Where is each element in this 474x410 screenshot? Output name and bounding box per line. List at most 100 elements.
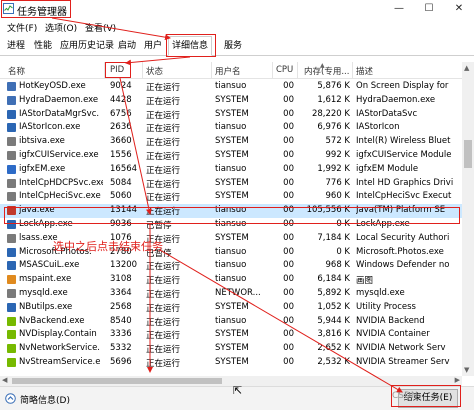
process-status: 正在运行 xyxy=(146,262,181,273)
process-icon xyxy=(7,192,16,202)
process-pid: 16564 xyxy=(110,163,138,174)
table-row[interactable]: IAStorDataMgrSvc. 6756 正在运行 SYSTEM 00 28,220 … xyxy=(0,108,462,122)
tab-processes[interactable]: 进程 xyxy=(7,39,25,54)
scroll-left-icon[interactable]: ◀ xyxy=(2,376,7,384)
chevron-up-circle-icon[interactable] xyxy=(5,393,16,404)
column-divider xyxy=(272,62,273,79)
table-row[interactable]: igfxCUIService.exe 1556 正在运行 SYSTEM 00 992 K i… xyxy=(0,149,462,163)
process-user: tiansuo xyxy=(215,122,247,133)
process-name: NvNetworkService. xyxy=(19,343,100,354)
process-cpu: 00 xyxy=(283,232,294,243)
process-name: NVDisplay.Contain xyxy=(19,329,97,340)
process-icon xyxy=(7,95,16,105)
menu-view[interactable]: 查看(V) xyxy=(85,21,116,34)
process-status: 正在运行 xyxy=(146,345,181,356)
process-status: 正在运行 xyxy=(146,331,181,342)
process-pid: 2636 xyxy=(110,122,132,133)
mouse-cursor-icon: ⇱ xyxy=(233,384,243,397)
process-icon xyxy=(7,123,16,133)
tab-performance[interactable]: 性能 xyxy=(34,39,52,54)
menu-file[interactable]: 文件(F) xyxy=(7,21,37,34)
process-user: NETWOR... xyxy=(215,288,261,298)
column-header-user[interactable]: 用户名 xyxy=(215,65,241,77)
process-cpu: 00 xyxy=(283,177,294,188)
process-name: IAStorIcon.exe xyxy=(19,122,81,133)
process-pid: 1556 xyxy=(110,150,132,160)
process-name: ibtsiva.exe xyxy=(19,136,65,147)
close-button[interactable]: ✕ xyxy=(444,0,474,18)
process-pid: 3336 xyxy=(110,329,132,340)
column-divider xyxy=(352,62,353,79)
process-cpu: 00 xyxy=(283,301,294,312)
process-description: Windows Defender no xyxy=(356,260,450,271)
process-user: SYSTEM xyxy=(215,136,249,147)
process-user: SYSTEM xyxy=(215,343,249,354)
table-row[interactable]: NvNetworkService. 5332 正在运行 SYSTEM 00 2,652 K… xyxy=(0,342,462,356)
table-row[interactable]: mysqld.exe 3364 正在运行 NETWOR... 00 5,892 K mysq… xyxy=(0,287,462,301)
tab-app-history[interactable]: 应用历史记录 xyxy=(60,39,114,54)
vertical-scroll-thumb[interactable] xyxy=(464,140,472,168)
process-memory: 3,816 K xyxy=(317,329,350,340)
table-row[interactable]: IntelCpHeciSvc.exe 5060 正在运行 SYSTEM 00 960 K I… xyxy=(0,190,462,204)
fewer-details-link[interactable]: 简略信息(D) xyxy=(20,393,70,406)
table-row[interactable]: ibtsiva.exe 3660 正在运行 SYSTEM 00 572 K Intel(R)… xyxy=(0,135,462,149)
scroll-right-icon[interactable]: ▶ xyxy=(455,376,460,384)
column-header-description[interactable]: 描述 xyxy=(356,65,373,77)
maximize-button[interactable]: ☐ xyxy=(414,0,444,18)
process-name: NButilps.exe xyxy=(19,301,73,312)
process-icon xyxy=(7,261,16,271)
process-icon xyxy=(7,358,16,367)
tab-startup[interactable]: 启动 xyxy=(118,39,136,54)
table-row[interactable]: NvStreamService.e 5696 正在运行 SYSTEM 00 2,532 K… xyxy=(0,356,462,370)
process-user: SYSTEM xyxy=(215,150,249,160)
table-row[interactable]: HydraDaemon.exe 4428 正在运行 SYSTEM 00 1,612 K Hy… xyxy=(0,94,462,108)
process-user: SYSTEM xyxy=(215,191,249,202)
process-name: NvStreamService.e xyxy=(19,357,101,367)
annotation-box-selected-row xyxy=(4,207,460,224)
process-memory: 1,612 K xyxy=(317,94,350,105)
table-row[interactable]: MSASCuiL.exe 13200 正在运行 tiansuo 00 968 K Windo… xyxy=(0,259,462,273)
process-cpu: 00 xyxy=(283,136,294,147)
process-description: igfxCUIService Module xyxy=(356,150,452,160)
tab-services[interactable]: 服务 xyxy=(224,39,242,54)
process-memory: 960 K xyxy=(325,191,351,202)
minimize-button[interactable]: — xyxy=(384,0,414,18)
process-name: mysqld.exe xyxy=(19,288,68,298)
table-row[interactable]: mspaint.exe 3108 正在运行 tiansuo 00 6,184 K 画图 xyxy=(0,273,462,287)
table-row[interactable]: NButilps.exe 2568 正在运行 SYSTEM 00 1,052 K Utili… xyxy=(0,301,462,315)
process-name: HotKeyOSD.exe xyxy=(19,81,86,91)
process-description: IAStorDataSvc xyxy=(356,108,418,119)
table-row[interactable]: igfxEM.exe 16564 正在运行 tiansuo 00 1,992 K igfxE… xyxy=(0,163,462,177)
tab-users[interactable]: 用户 xyxy=(144,39,162,54)
process-description: IAStorIcon xyxy=(356,122,400,133)
menu-options[interactable]: 选项(O) xyxy=(45,21,77,34)
annotation-text: 选中之后点击结束任务 xyxy=(53,240,163,253)
process-user: SYSTEM xyxy=(215,301,249,312)
process-pid: 2568 xyxy=(110,301,132,312)
column-divider xyxy=(142,62,143,79)
table-row[interactable]: IntelCpHDCPSvc.exe 5084 正在运行 SYSTEM 00 776 K I… xyxy=(0,177,462,191)
process-status: 正在运行 xyxy=(146,193,181,204)
process-pid: 6756 xyxy=(110,108,132,119)
horizontal-scroll-thumb[interactable] xyxy=(12,378,222,384)
table-row[interactable]: NvBackend.exe 8540 正在运行 tiansuo 00 5,944 K NVI… xyxy=(0,315,462,329)
scroll-up-icon[interactable]: ▲ xyxy=(464,64,469,72)
process-memory: 6,184 K xyxy=(317,274,350,285)
process-memory: 2,652 K xyxy=(317,343,350,354)
table-row[interactable]: HotKeyOSD.exe 9024 正在运行 tiansuo 00 5,876 K On … xyxy=(0,80,462,94)
column-header-status[interactable]: 状态 xyxy=(146,65,163,77)
process-cpu: 00 xyxy=(283,274,294,285)
column-header-memory[interactable]: 内存(专用... xyxy=(304,65,349,77)
process-user: tiansuo xyxy=(215,274,247,285)
column-header-cpu[interactable]: CPU xyxy=(276,65,293,75)
table-row[interactable]: IAStorIcon.exe 2636 正在运行 tiansuo 00 6,976 K IA… xyxy=(0,121,462,135)
process-pid: 3660 xyxy=(110,136,132,147)
table-row[interactable]: NVDisplay.Contain 3336 正在运行 SYSTEM 00 3,816 K… xyxy=(0,328,462,342)
process-description: Local Security Authori xyxy=(356,232,450,243)
vertical-scrollbar[interactable]: ▲ ▼ xyxy=(462,62,474,376)
scroll-down-icon[interactable]: ▼ xyxy=(464,366,469,374)
column-header-name[interactable]: 名称 xyxy=(8,65,25,77)
process-status: 正在运行 xyxy=(146,290,181,300)
process-status: 正在运行 xyxy=(146,152,181,162)
process-pid: 13200 xyxy=(110,260,138,271)
